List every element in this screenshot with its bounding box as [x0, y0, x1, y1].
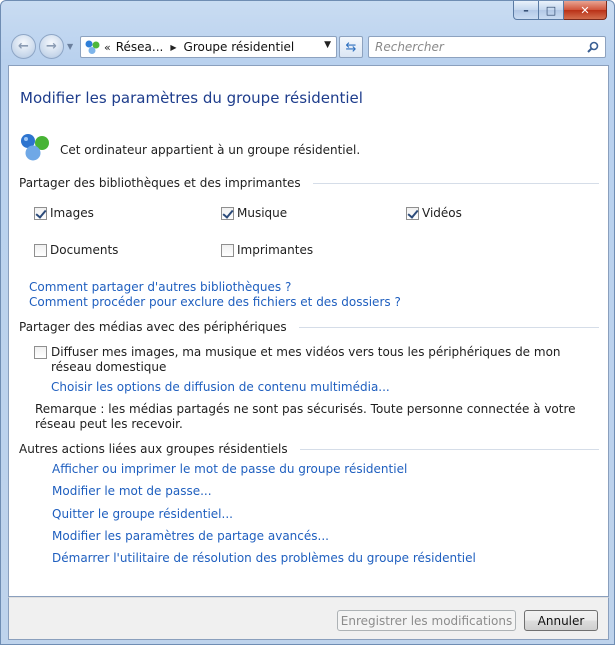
checkbox-label-music[interactable]: Musique — [237, 206, 287, 220]
navigation-toolbar: ← → ▼ « Résea... ▶ Groupe résidentiel ▼ … — [9, 31, 608, 61]
search-placeholder: Rechercher — [375, 40, 444, 54]
link-troubleshooter[interactable]: Démarrer l'utilitaire de résolution des … — [52, 551, 476, 565]
link-advanced-sharing[interactable]: Modifier les paramètres de partage avanc… — [52, 529, 329, 543]
caption-buttons: – □ ✕ — [513, 1, 607, 20]
other-actions-heading-text: Autres actions liées aux groupes résiden… — [19, 442, 288, 456]
checkbox-videos[interactable] — [406, 207, 419, 220]
forward-arrow-icon: → — [46, 39, 57, 54]
homegroup-icon — [21, 134, 49, 161]
checkbox-label-videos[interactable]: Vidéos — [422, 206, 462, 220]
refresh-icon: ⇆ — [345, 39, 357, 55]
checkbox-label-printers[interactable]: Imprimantes — [237, 243, 313, 257]
other-actions-heading: Autres actions liées aux groupes résiden… — [19, 442, 599, 456]
link-share-other-libraries[interactable]: Comment partager d'autres bibliothèques … — [29, 280, 291, 294]
cancel-button[interactable]: Annuler — [524, 610, 598, 631]
back-button[interactable]: ← — [11, 34, 36, 59]
divider — [299, 448, 599, 450]
refresh-button[interactable]: ⇆ — [339, 36, 363, 58]
search-input[interactable]: Rechercher — [368, 36, 606, 58]
checkbox-images[interactable] — [34, 207, 47, 220]
recent-pages-dropdown-icon[interactable]: ▼ — [67, 42, 73, 51]
minimize-button[interactable]: – — [513, 1, 539, 20]
close-icon: ✕ — [580, 3, 590, 17]
homegroup-small-icon — [84, 39, 101, 55]
main-content: Modifier les paramètres du groupe réside… — [8, 65, 609, 597]
breadcrumb-network[interactable]: Résea... — [116, 40, 164, 54]
checkbox-label-documents[interactable]: Documents — [50, 243, 118, 257]
link-exclude-files[interactable]: Comment procéder pour exclure des fichie… — [29, 295, 401, 309]
maximize-icon: □ — [545, 3, 557, 17]
close-button[interactable]: ✕ — [564, 1, 607, 20]
back-arrow-icon: ← — [18, 39, 29, 54]
search-icon[interactable] — [587, 41, 599, 53]
save-changes-button[interactable]: Enregistrer les modifications — [337, 610, 516, 631]
breadcrumb-separator-icon[interactable]: ▶ — [170, 43, 176, 52]
minimize-icon: – — [523, 3, 529, 17]
link-change-password[interactable]: Modifier le mot de passe... — [52, 484, 212, 498]
checkbox-printers[interactable] — [221, 244, 234, 257]
checkbox-label-stream-media[interactable]: Diffuser mes images, ma musique et mes v… — [51, 345, 561, 375]
checkbox-label-images[interactable]: Images — [50, 206, 94, 220]
forward-button[interactable]: → — [39, 34, 64, 59]
membership-text: Cet ordinateur appartient à un groupe ré… — [60, 143, 361, 157]
breadcrumb-homegroup[interactable]: Groupe résidentiel — [184, 40, 295, 54]
media-heading: Partager des médias avec des périphériqu… — [19, 320, 599, 334]
libraries-heading-text: Partager des bibliothèques et des imprim… — [19, 176, 301, 190]
divider — [312, 182, 599, 184]
checkbox-music[interactable] — [221, 207, 234, 220]
security-remark: Remarque : les médias partagés ne sont p… — [35, 402, 576, 431]
checkbox-stream-media[interactable] — [34, 346, 47, 359]
address-bar[interactable]: « Résea... ▶ Groupe résidentiel ▼ — [80, 36, 337, 58]
media-heading-text: Partager des médias avec des périphériqu… — [19, 320, 287, 334]
address-overflow[interactable]: « — [104, 41, 111, 54]
maximize-button[interactable]: □ — [539, 1, 564, 20]
checkbox-documents[interactable] — [34, 244, 47, 257]
window-frame: – □ ✕ ← → ▼ « Résea... ▶ Groupe résident… — [0, 0, 615, 645]
link-streaming-options[interactable]: Choisir les options de diffusion de cont… — [51, 380, 390, 394]
address-dropdown-icon[interactable]: ▼ — [324, 40, 331, 50]
libraries-heading: Partager des bibliothèques et des imprim… — [19, 176, 599, 190]
link-leave-homegroup[interactable]: Quitter le groupe résidentiel... — [52, 507, 233, 521]
link-view-print-password[interactable]: Afficher ou imprimer le mot de passe du … — [52, 462, 407, 476]
page-title: Modifier les paramètres du groupe réside… — [20, 89, 363, 107]
divider — [298, 326, 599, 328]
footer-bar: Enregistrer les modifications Annuler — [8, 597, 609, 640]
